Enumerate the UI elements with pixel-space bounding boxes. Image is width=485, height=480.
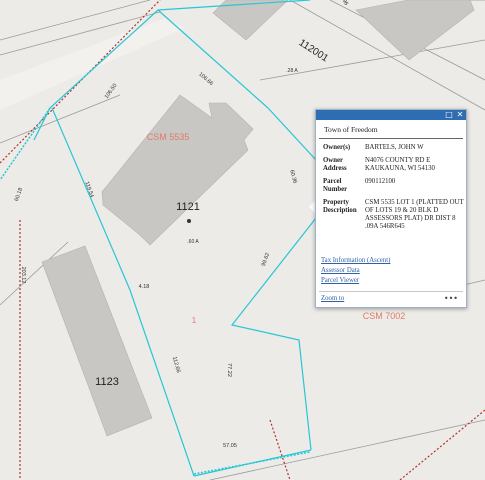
parcel-viewer-link[interactable]: Parcel Viewer <box>321 276 390 286</box>
zoom-to-link[interactable]: Zoom to <box>321 295 344 302</box>
attribute-value: CSM 5535 LOT 1 (PLATTED OUT OF LOTS 19 &… <box>365 199 464 230</box>
attribute-key: Owner(s) <box>323 144 351 151</box>
attribute-row: Parcel Number 090112100 <box>323 178 466 199</box>
maximize-icon[interactable]: □ <box>445 111 453 119</box>
parcel-number-1121: 1121 <box>176 201 200 213</box>
popup-divider <box>319 291 463 292</box>
attribute-table: Owner(s) BARTELS, JOHN W Owner Address N… <box>323 144 466 236</box>
dimension-label: 57.05 <box>223 443 237 449</box>
close-icon[interactable]: ✕ <box>456 111 464 119</box>
parcel-centroid-dot <box>187 219 191 223</box>
info-popup: □ ✕ Town of Freedom Owner(s) BARTELS, JO… <box>315 109 467 308</box>
attribute-value: N4076 COUNTY RD E KAUKAUNA, WI 54130 <box>365 157 435 172</box>
attribute-row: Owner Address N4076 COUNTY RD E KAUKAUNA… <box>323 157 466 178</box>
assessor-data-link[interactable]: Assessor Data <box>321 266 390 276</box>
attribute-value: BARTELS, JOHN W <box>365 144 424 151</box>
csm-7002-label: CSM 7002 <box>363 311 406 321</box>
acreage-label: .60 A <box>187 239 199 245</box>
dimension-label: 4.18 <box>139 284 150 290</box>
csm-5535-label: CSM 5535 <box>147 132 190 142</box>
parcel-number-1123: 1123 <box>95 376 119 388</box>
more-options-button[interactable]: ••• <box>444 294 458 303</box>
tax-information-link[interactable]: Tax Information (Ascent) <box>321 256 390 266</box>
dimension-label: 203.12 <box>20 267 26 284</box>
attribute-value: 090112100 <box>365 178 396 185</box>
lot-label: 1 <box>192 316 197 325</box>
popup-title: Town of Freedom <box>319 120 463 139</box>
attribute-row: Owner(s) BARTELS, JOHN W <box>323 144 466 157</box>
attribute-key: Parcel Number <box>323 178 348 193</box>
popup-links: Tax Information (Ascent) Assessor Data P… <box>321 256 390 286</box>
attribute-row: Property Description CSM 5535 LOT 1 (PLA… <box>323 199 466 236</box>
attribute-key: Property Description <box>323 199 357 214</box>
dimension-label: 77.22 <box>226 363 232 377</box>
small-acreage-label: .28 A <box>286 68 298 74</box>
attribute-key: Owner Address <box>323 157 347 172</box>
popup-header: □ ✕ <box>316 110 466 120</box>
